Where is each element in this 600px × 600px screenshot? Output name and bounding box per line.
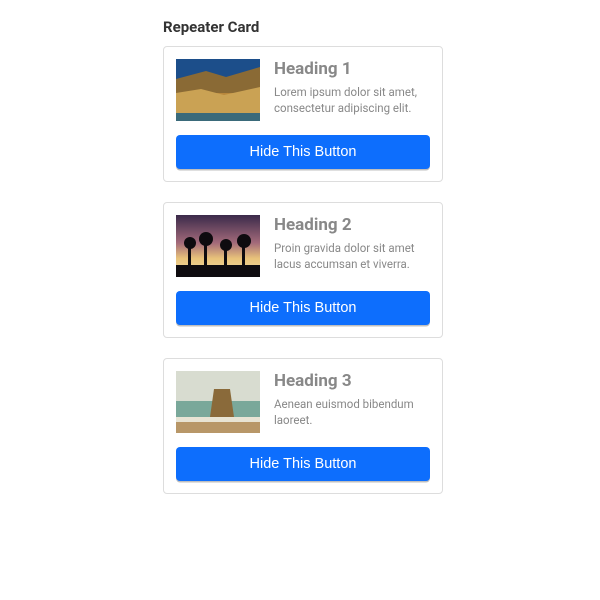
card-description: Lorem ipsum dolor sit amet, consectetur … [274,84,430,116]
sunset-palms-thumbnail [176,215,260,277]
hide-button[interactable]: Hide This Button [176,291,430,325]
card-1: Heading 1 Lorem ipsum dolor sit amet, co… [163,46,443,182]
card-heading: Heading 1 [274,59,430,79]
card-description: Aenean euismod bibendum laoreet. [274,396,430,428]
card-heading: Heading 3 [274,371,430,391]
card-text: Heading 2 Proin gravida dolor sit amet l… [274,215,430,277]
card-body: Heading 2 Proin gravida dolor sit amet l… [176,215,430,277]
card-heading: Heading 2 [274,215,430,235]
hide-button[interactable]: Hide This Button [176,135,430,169]
hide-button[interactable]: Hide This Button [176,447,430,481]
card-2: Heading 2 Proin gravida dolor sit amet l… [163,202,443,338]
card-text: Heading 1 Lorem ipsum dolor sit amet, co… [274,59,430,121]
card-body: Heading 3 Aenean euismod bibendum laoree… [176,371,430,433]
section-title: Repeater Card [163,18,443,36]
repeater-section: Repeater Card Heading 1 Lorem ipsum dolo… [163,0,443,494]
card-3: Heading 3 Aenean euismod bibendum laoree… [163,358,443,494]
card-description: Proin gravida dolor sit amet lacus accum… [274,240,430,272]
card-text: Heading 3 Aenean euismod bibendum laoree… [274,371,430,433]
card-body: Heading 1 Lorem ipsum dolor sit amet, co… [176,59,430,121]
cliff-beach-thumbnail [176,59,260,121]
ocean-rock-thumbnail [176,371,260,433]
